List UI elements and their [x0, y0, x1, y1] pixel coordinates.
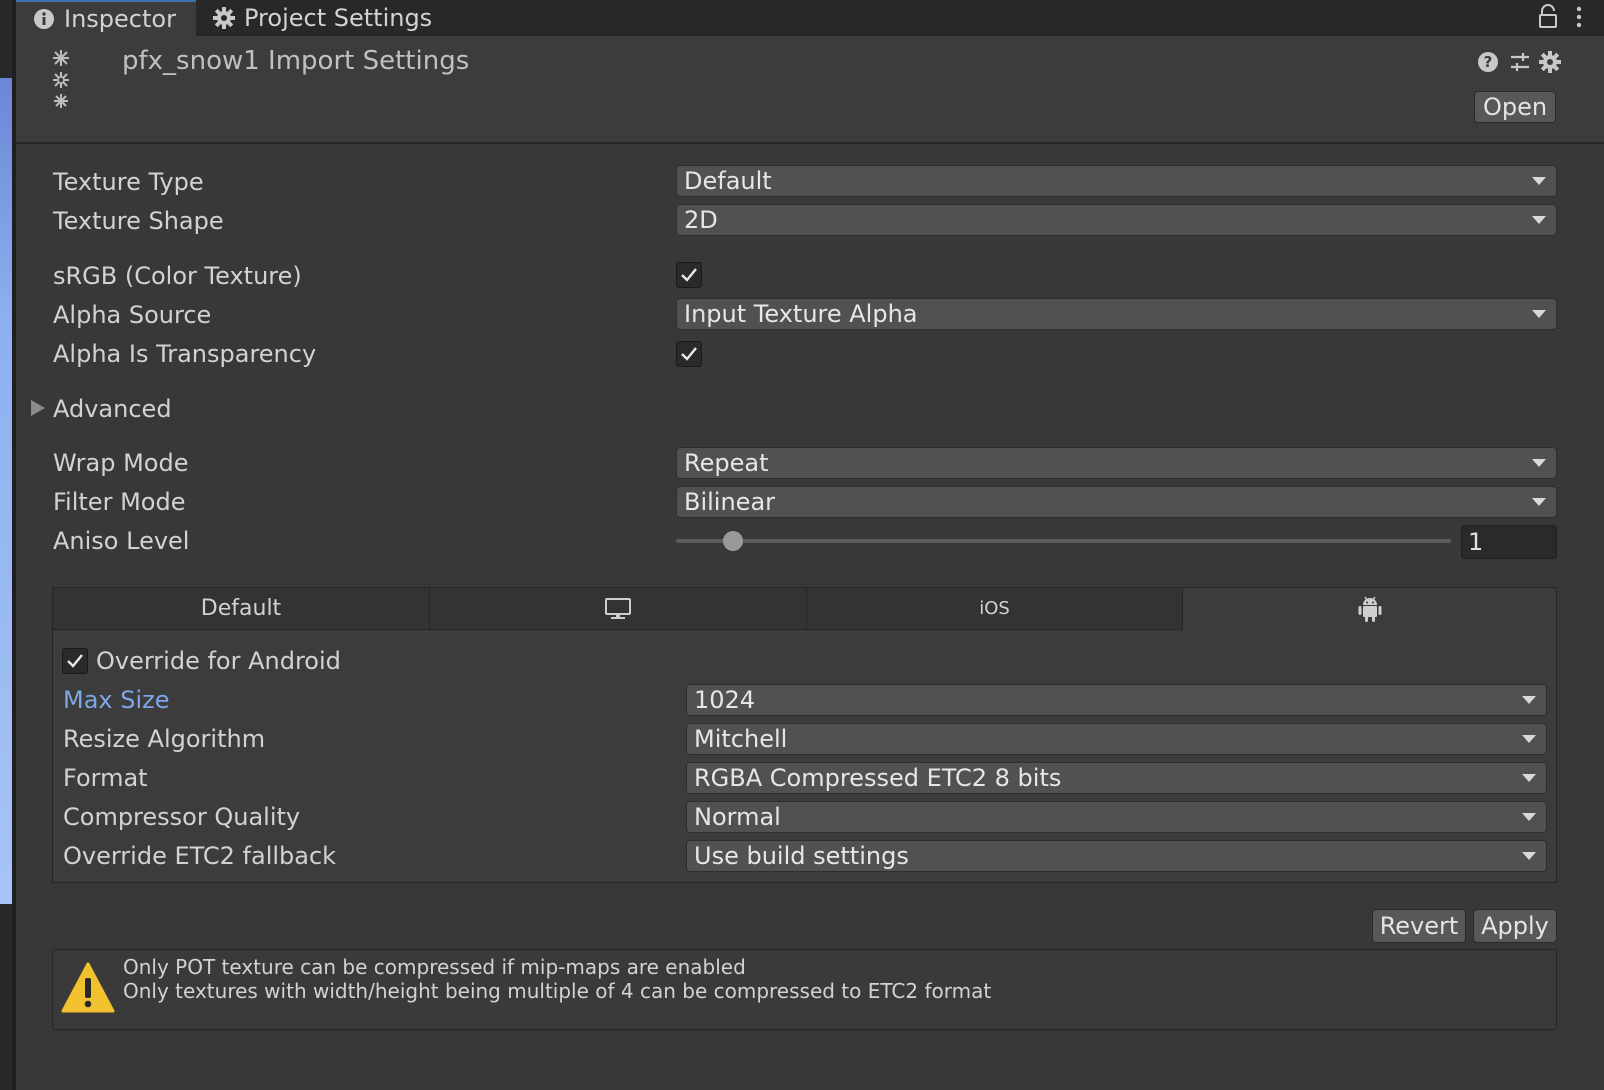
etc2-fallback-label: Override ETC2 fallback — [63, 842, 337, 870]
aniso-level-slider-track[interactable] — [676, 539, 1451, 543]
more-options-icon[interactable] — [1572, 4, 1586, 30]
presets-icon[interactable] — [1508, 50, 1532, 74]
wrap-mode-value: Repeat — [684, 449, 769, 477]
platform-tab-default[interactable]: Default — [53, 588, 430, 630]
override-android-checkbox[interactable] — [62, 648, 88, 674]
lock-icon[interactable] — [1536, 4, 1560, 30]
alpha-is-transparency-label: Alpha Is Transparency — [53, 340, 317, 368]
etc2-fallback-value: Use build settings — [694, 842, 909, 870]
chevron-down-icon — [1532, 177, 1546, 185]
advanced-foldout[interactable]: Advanced — [53, 395, 172, 423]
tab-inspector[interactable]: Inspector — [16, 0, 196, 36]
monitor-icon — [605, 597, 631, 619]
texture-type-dropdown[interactable]: Default — [676, 165, 1557, 197]
aniso-level-input[interactable]: 1 — [1461, 525, 1557, 559]
alpha-source-label: Alpha Source — [53, 301, 212, 329]
checkmark-icon — [681, 268, 697, 282]
scene-view-edge — [0, 0, 16, 1090]
warning-icon — [60, 960, 116, 1016]
texture-asset-icon — [48, 44, 74, 110]
max-size-label: Max Size — [63, 686, 170, 714]
chevron-down-icon — [1522, 813, 1536, 821]
asset-title: pfx_snow1 Import Settings — [122, 46, 470, 76]
chevron-down-icon — [1522, 774, 1536, 782]
apply-button[interactable]: Apply — [1473, 909, 1557, 943]
texture-shape-value: 2D — [684, 206, 718, 234]
inspector-header: pfx_snow1 Import Settings ? Open — [16, 36, 1604, 144]
chevron-down-icon — [1532, 498, 1546, 506]
warning-message-line-1: Only POT texture can be compressed if mi… — [123, 955, 746, 979]
srgb-label: sRGB (Color Texture) — [53, 262, 302, 290]
texture-type-label: Texture Type — [53, 168, 204, 196]
filter-mode-value: Bilinear — [684, 488, 776, 516]
panel-divider[interactable] — [12, 0, 16, 1090]
checkmark-icon — [681, 347, 697, 361]
help-icon[interactable]: ? — [1476, 50, 1500, 74]
format-dropdown[interactable]: RGBA Compressed ETC2 8 bits — [686, 762, 1547, 794]
platform-tab-ios[interactable]: iOS — [807, 588, 1183, 630]
etc2-fallback-dropdown[interactable]: Use build settings — [686, 840, 1547, 872]
resize-algorithm-label: Resize Algorithm — [63, 725, 266, 753]
tab-inspector-label: Inspector — [64, 5, 176, 33]
foldout-arrow-icon[interactable] — [31, 400, 45, 416]
info-icon — [32, 7, 56, 31]
platform-tab-default-label: Default — [200, 596, 282, 621]
filter-mode-label: Filter Mode — [53, 488, 186, 516]
tab-bar: Inspector Project Settings — [16, 0, 1604, 37]
chevron-down-icon — [1532, 459, 1546, 467]
filter-mode-dropdown[interactable]: Bilinear — [676, 486, 1557, 518]
resize-algorithm-value: Mitchell — [694, 725, 788, 753]
platform-tab-ios-label: iOS — [979, 598, 1010, 619]
resize-algorithm-dropdown[interactable]: Mitchell — [686, 723, 1547, 755]
alpha-source-value: Input Texture Alpha — [684, 300, 918, 328]
svg-text:?: ? — [1484, 53, 1493, 71]
aniso-level-label: Aniso Level — [53, 527, 190, 555]
platform-tab-android[interactable] — [1183, 588, 1556, 630]
warning-message-line-2: Only textures with width/height being mu… — [123, 979, 992, 1003]
scene-view-preview — [0, 78, 12, 904]
srgb-checkbox[interactable] — [676, 262, 702, 288]
chevron-down-icon — [1522, 735, 1536, 743]
chevron-down-icon — [1522, 696, 1536, 704]
revert-button[interactable]: Revert — [1372, 909, 1466, 943]
compressor-quality-dropdown[interactable]: Normal — [686, 801, 1547, 833]
alpha-is-transparency-checkbox[interactable] — [676, 341, 702, 367]
chevron-down-icon — [1532, 216, 1546, 224]
tab-project-settings-label: Project Settings — [244, 4, 433, 32]
settings-gear-icon[interactable] — [1538, 50, 1562, 74]
tab-project-settings[interactable]: Project Settings — [212, 0, 452, 36]
override-android-label: Override for Android — [96, 647, 341, 675]
aniso-level-slider-thumb[interactable] — [723, 531, 744, 551]
compressor-quality-label: Compressor Quality — [63, 803, 301, 831]
texture-shape-label: Texture Shape — [53, 207, 224, 235]
compressor-quality-value: Normal — [694, 803, 781, 831]
android-icon — [1358, 596, 1381, 622]
wrap-mode-label: Wrap Mode — [53, 449, 189, 477]
format-label: Format — [63, 764, 148, 792]
checkmark-icon — [67, 654, 83, 668]
wrap-mode-dropdown[interactable]: Repeat — [676, 447, 1557, 479]
format-value: RGBA Compressed ETC2 8 bits — [694, 764, 1062, 792]
chevron-down-icon — [1532, 310, 1546, 318]
open-button[interactable]: Open — [1474, 91, 1556, 123]
max-size-value: 1024 — [694, 686, 756, 714]
max-size-dropdown[interactable]: 1024 — [686, 684, 1547, 716]
chevron-down-icon — [1522, 852, 1536, 860]
platform-tab-standalone[interactable] — [430, 588, 807, 630]
texture-type-value: Default — [684, 167, 772, 195]
gear-icon — [212, 6, 236, 30]
alpha-source-dropdown[interactable]: Input Texture Alpha — [676, 298, 1557, 330]
texture-shape-dropdown[interactable]: 2D — [676, 204, 1557, 236]
